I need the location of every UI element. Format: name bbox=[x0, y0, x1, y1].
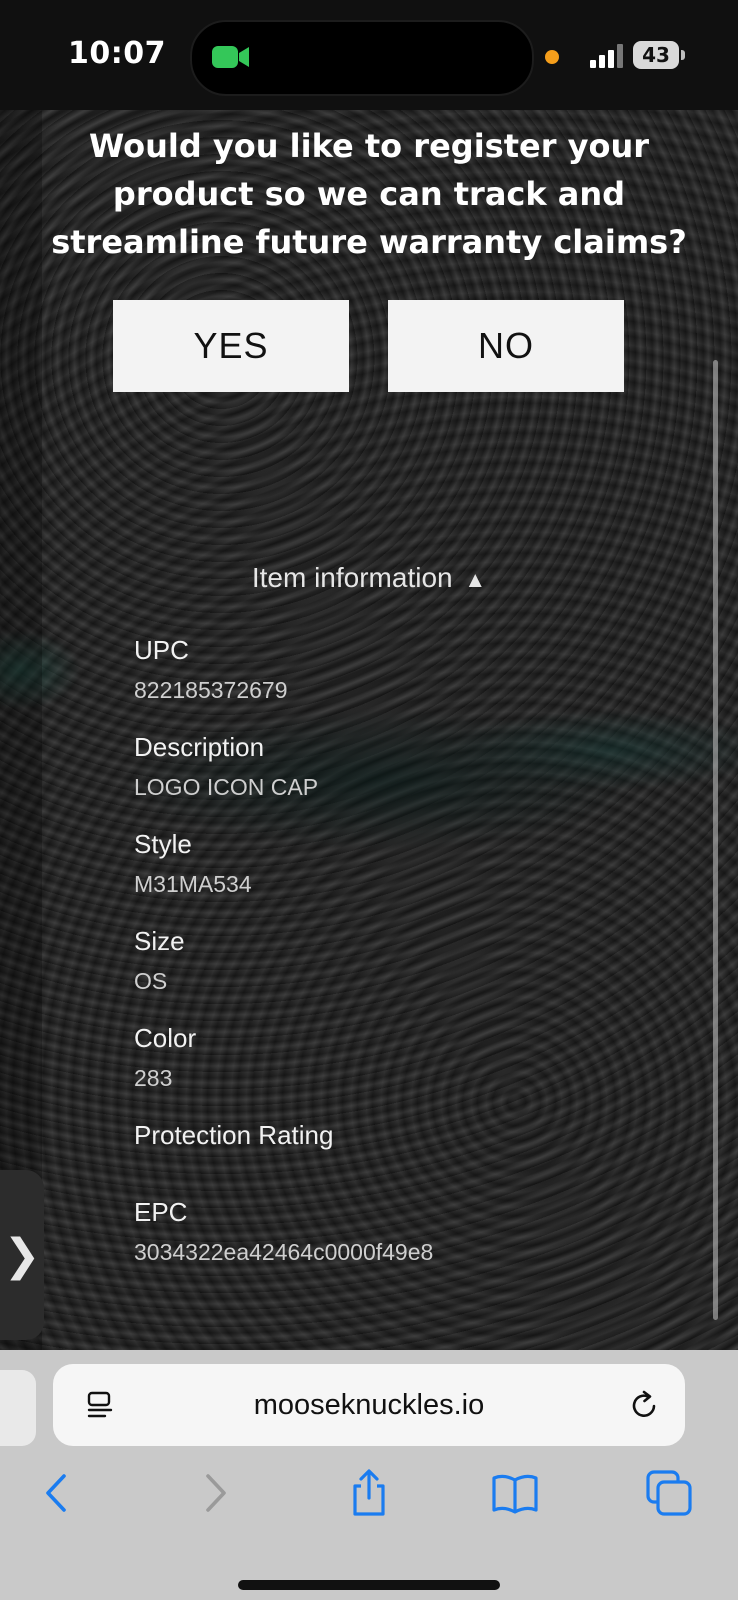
field-value: M31MA534 bbox=[134, 871, 252, 897]
tabs-icon[interactable] bbox=[644, 1468, 694, 1518]
field-upc: UPC 822185372679 bbox=[134, 630, 654, 710]
yes-button[interactable]: YES bbox=[113, 300, 349, 392]
battery-tip bbox=[681, 50, 685, 60]
side-tab-button[interactable]: ❯ bbox=[0, 1170, 44, 1340]
field-protection-rating: Protection Rating bbox=[134, 1115, 654, 1175]
status-bar: 10:07 43 bbox=[0, 0, 738, 110]
field-label: Size bbox=[134, 926, 185, 956]
registration-question: Would you like to register your product … bbox=[51, 127, 687, 261]
collapse-arrow-icon: ▲ bbox=[464, 567, 487, 592]
field-value: 283 bbox=[134, 1065, 173, 1091]
facetime-camera-icon bbox=[212, 46, 249, 68]
field-color: Color 283 bbox=[134, 1018, 654, 1098]
field-label: Style bbox=[134, 829, 192, 859]
forward-icon[interactable] bbox=[190, 1468, 240, 1518]
back-icon[interactable] bbox=[34, 1468, 84, 1518]
status-time: 10:07 bbox=[68, 36, 166, 71]
web-page: Would you like to register your product … bbox=[0, 110, 738, 1350]
field-value: 822185372679 bbox=[134, 677, 288, 703]
field-value bbox=[134, 1155, 654, 1175]
field-label: UPC bbox=[134, 635, 189, 665]
address-bar[interactable]: mooseknuckles.io bbox=[53, 1364, 685, 1446]
field-size: Size OS bbox=[134, 921, 654, 1001]
field-value: OS bbox=[134, 968, 168, 994]
bookmarks-icon[interactable] bbox=[490, 1468, 540, 1518]
page-scrollbar[interactable] bbox=[713, 360, 718, 1320]
url-text: mooseknuckles.io bbox=[253, 1389, 485, 1421]
browser-toolbar: mooseknuckles.io bbox=[0, 1350, 738, 1600]
cellular-signal-icon bbox=[590, 44, 624, 68]
dynamic-island bbox=[190, 20, 534, 96]
chevron-right-icon: ❯ bbox=[3, 1229, 41, 1281]
field-label: Protection Rating bbox=[134, 1120, 334, 1150]
battery-icon: 43 bbox=[633, 41, 679, 69]
page-content: Would you like to register your product … bbox=[0, 110, 738, 1350]
field-label: Description bbox=[134, 732, 265, 762]
item-information-label: Item information bbox=[251, 562, 453, 593]
field-style: Style M31MA534 bbox=[134, 824, 654, 904]
home-indicator bbox=[238, 1580, 500, 1590]
field-epc: EPC 3034322ea42464c0000f49e8 bbox=[134, 1192, 654, 1272]
reload-icon[interactable] bbox=[628, 1388, 662, 1422]
field-description: Description LOGO ICON CAP bbox=[134, 727, 654, 807]
field-value: 3034322ea42464c0000f49e8 bbox=[134, 1239, 434, 1265]
no-button[interactable]: NO bbox=[388, 300, 624, 392]
share-icon[interactable] bbox=[344, 1468, 394, 1518]
previous-tab-edge[interactable] bbox=[0, 1370, 36, 1446]
mic-indicator-dot bbox=[545, 50, 559, 64]
browser-nav-row bbox=[0, 1468, 738, 1528]
field-label: Color bbox=[134, 1023, 197, 1053]
item-fields: UPC 822185372679 Description LOGO ICON C… bbox=[134, 630, 654, 1289]
item-information-toggle[interactable]: Item information ▲ bbox=[0, 562, 738, 594]
field-label: EPC bbox=[134, 1197, 188, 1227]
field-value: LOGO ICON CAP bbox=[134, 774, 319, 800]
